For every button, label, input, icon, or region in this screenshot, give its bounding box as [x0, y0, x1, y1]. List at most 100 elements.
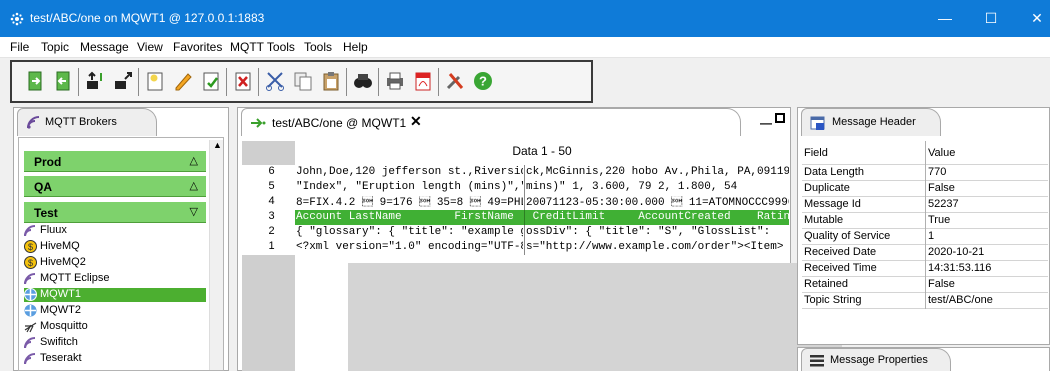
table-row[interactable]: John,Doe,120 jefferson st.,Riverside, NJ… [295, 165, 789, 180]
menu-help[interactable]: Help [343, 40, 368, 54]
menu-topic[interactable]: Topic [41, 40, 69, 54]
group-qa[interactable]: QA △ [24, 176, 206, 197]
window-title: test/ABC/one on MQWT1 @ 127.0.0.1:1883 [30, 11, 265, 25]
tab-mqtt-brokers-label: MQTT Brokers [45, 116, 117, 128]
close-button[interactable]: ✕ [1014, 0, 1050, 37]
row-number: 1 [242, 240, 295, 255]
brokers-scrollbar[interactable]: ▲ [209, 140, 223, 370]
table-row[interactable]: Duplicate False [802, 181, 1048, 197]
minimize-button[interactable]: — [922, 0, 968, 37]
row-number-column: 6 5 4 3 2 1 [242, 141, 295, 371]
connected-broker-icon [24, 304, 37, 317]
broker-icon [24, 337, 36, 349]
app-icon [10, 12, 24, 26]
tab-mqtt-brokers[interactable]: MQTT Brokers [17, 108, 157, 136]
table-row[interactable]: "Index", "Eruption length (mins)","Erupt… [295, 180, 789, 195]
tab-messages-label: test/ABC/one @ MQWT1 [272, 116, 407, 130]
broker-icon [24, 273, 36, 285]
broker-item-mqtt-eclipse[interactable]: MQTT Eclipse [24, 272, 206, 286]
refresh-icon[interactable] [200, 70, 222, 92]
broker-item-fluux[interactable]: Fluux [24, 224, 206, 238]
expand-icon: △ [189, 155, 198, 167]
minimize-icon: — [938, 10, 952, 26]
table-row[interactable]: Mutable True [802, 213, 1048, 229]
table-row[interactable]: 8=FIX.4.2  9=176  35=8  49=PHLX  56=… [295, 195, 789, 210]
publish-icon[interactable] [112, 70, 134, 92]
broker-item-teserakt[interactable]: Teserakt [24, 352, 206, 366]
table-row[interactable]: { "glossary": { "title": "example glossa… [295, 225, 789, 240]
menu-favorites[interactable]: Favorites [173, 40, 222, 54]
connect-icon[interactable] [24, 70, 46, 92]
table-row[interactable]: Data Length 770 [802, 165, 1048, 181]
disconnect-icon[interactable] [52, 70, 74, 92]
cell: Account LastName FirstName Balance [296, 211, 514, 223]
row-number: 6 [242, 165, 295, 180]
group-prod[interactable]: Prod △ [24, 151, 206, 172]
scroll-up-icon[interactable]: ▲ [213, 140, 222, 150]
table-row[interactable]: <?xml version="1.0" encoding="UTF-8"?><O… [295, 240, 789, 255]
menu-mqtt-tools[interactable]: MQTT Tools [230, 40, 295, 54]
cut-icon[interactable] [264, 70, 286, 92]
tab-messages[interactable]: test/ABC/one @ MQWT1 ✕ [241, 108, 741, 136]
subscribe-icon[interactable] [84, 70, 106, 92]
cell: <?xml version="1.0" encoding="UTF-8"?><O… [296, 241, 523, 253]
close-tab-icon[interactable]: ✕ [410, 113, 422, 130]
row-number: 5 [242, 180, 295, 195]
edit-icon[interactable] [172, 70, 194, 92]
table-row[interactable]: Message Id 52237 [802, 197, 1048, 213]
table-row[interactable]: Topic String test/ABC/one [802, 293, 1048, 309]
close-icon: ✕ [1031, 10, 1043, 26]
message-header-panel: Message Header Field Value Data Length 77… [797, 107, 1050, 345]
tools-icon[interactable] [444, 70, 466, 92]
print-icon[interactable] [384, 70, 406, 92]
menu-file[interactable]: File [10, 40, 29, 54]
message-header-icon [810, 116, 825, 130]
tab-message-header[interactable]: Message Header [801, 108, 941, 136]
new-icon[interactable] [144, 70, 166, 92]
find-icon[interactable] [352, 70, 374, 92]
menu-view[interactable]: View [137, 40, 163, 54]
broker-item-mosquitto[interactable]: Mosquitto [24, 320, 206, 334]
minimize-panel-icon[interactable]: — [760, 116, 772, 130]
paste-icon[interactable] [320, 70, 342, 92]
help-icon[interactable]: ? [472, 70, 494, 92]
group-test[interactable]: Test ▽ [24, 202, 206, 223]
hivemq-icon: $ [24, 256, 37, 269]
row-number: 3 [242, 210, 295, 225]
cell: { "glossary": { "title": "example glossa… [296, 226, 523, 238]
cell: CreditLimit AccountCreated Rating [526, 211, 789, 223]
topic-icon [251, 118, 266, 128]
column-header-field[interactable]: Field [804, 147, 828, 159]
broker-item-mqwt2[interactable]: MQWT2 [24, 304, 206, 318]
svg-text:$: $ [28, 258, 33, 268]
menu-message[interactable]: Message [80, 40, 129, 54]
header-table-head: Field Value [802, 141, 1048, 165]
pdf-icon[interactable] [412, 70, 434, 92]
table-row[interactable]: Retained False [802, 277, 1048, 293]
column-header-value[interactable]: Value [928, 147, 955, 159]
brokers-icon [27, 116, 40, 129]
copy-icon[interactable] [292, 70, 314, 92]
list-icon [810, 355, 824, 367]
table-row[interactable]: Received Date 2020-10-21 [802, 245, 1048, 261]
menu-tools[interactable]: Tools [304, 40, 332, 54]
tab-message-properties[interactable]: Message Properties [801, 348, 951, 371]
table-row[interactable]: Quality of Service 1 [802, 229, 1048, 245]
delete-icon[interactable] [232, 70, 254, 92]
messages-panel: test/ABC/one @ MQWT1 ✕ — 6 5 4 3 2 1 Dat… [237, 107, 842, 371]
broker-icon [24, 225, 36, 237]
table-row[interactable]: Received Time 14:31:53.116 [802, 261, 1048, 277]
broker-item-hivemq2[interactable]: $ HiveMQ2 [24, 256, 206, 270]
broker-item-mqwt1[interactable]: MQWT1 [24, 288, 206, 302]
maximize-button[interactable]: ☐ [968, 0, 1014, 37]
svg-text:?: ? [479, 74, 487, 89]
broker-item-swifitch[interactable]: Swifitch [24, 336, 206, 350]
maximize-icon: ☐ [984, 10, 998, 26]
table-row[interactable]: Account LastName FirstName Balance Credi… [295, 210, 789, 225]
cell: ossDiv": { "title": "S", "GlossList": [526, 226, 771, 238]
broker-item-hivemq[interactable]: $ HiveMQ [24, 240, 206, 254]
toolbar: ? [10, 60, 593, 103]
tab-message-properties-label: Message Properties [830, 354, 928, 366]
maximize-panel-icon[interactable] [775, 113, 785, 123]
header-table: Field Value Data Length 770 Duplicate Fals… [802, 141, 1048, 309]
